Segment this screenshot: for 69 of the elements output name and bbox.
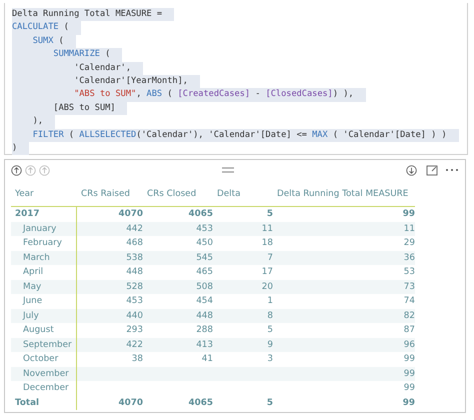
code-editor[interactable]: [4, 3, 468, 155]
table-cell-text: 545: [195, 252, 213, 265]
table-cell-text: 454: [195, 295, 213, 308]
table-cell-text: 413: [195, 338, 213, 352]
table-cell-text: 5: [266, 208, 273, 222]
table-cell-text: 73: [402, 280, 415, 294]
table-cell-text: 4065: [188, 208, 213, 222]
row-label: November: [11, 366, 77, 381]
table-cell-text: 17: [260, 266, 273, 280]
table-cell-text: 4070: [118, 208, 143, 222]
download-icon[interactable]: [406, 164, 417, 176]
table-cell-text: 468: [125, 237, 143, 250]
column-header[interactable]: Delta Running Total MEASURE: [273, 189, 408, 199]
table-cell-text: 288: [195, 324, 213, 338]
table-cell-text: 87: [402, 324, 415, 338]
table-cell-text: 53: [402, 266, 415, 280]
column-header[interactable]: CRs Raised: [77, 189, 130, 199]
table-cell-text: 99: [402, 208, 415, 222]
table-cell-text: 36: [402, 252, 415, 265]
table-cell-text: 74: [402, 295, 415, 308]
table-cell-text: 440: [125, 310, 143, 323]
row-label: December: [11, 381, 77, 396]
table-cell-text: 448: [195, 310, 213, 323]
table-cell-text: 3: [266, 353, 273, 366]
table-cell-text: 528: [125, 280, 143, 294]
column-header[interactable]: Delta: [213, 189, 240, 199]
table-cell-text: 11: [260, 222, 273, 236]
table-cell-text: 18: [260, 237, 273, 250]
row-label: May: [11, 280, 77, 294]
table-cell-text: 38: [130, 353, 143, 366]
table-cell-text: 453: [195, 222, 213, 236]
table-cell-text: 453: [125, 295, 143, 308]
table-cell-text: 5: [266, 396, 273, 410]
table-cell-text: 7: [266, 252, 273, 265]
table-cell-text: 422: [125, 338, 143, 352]
table-cell-text: 450: [195, 237, 213, 250]
table-cell-text: 5: [266, 324, 273, 338]
table-cell-text: 9: [266, 338, 273, 352]
table-cell-text: 448: [125, 266, 143, 280]
table-cell-text: 96: [402, 338, 415, 352]
table-cell-text: 20: [260, 280, 273, 294]
drill-up-icon[interactable]: [11, 164, 22, 176]
table-cell-text: 442: [125, 222, 143, 236]
drag-handle-icon[interactable]: [222, 167, 234, 173]
table-cell-text: 4070: [118, 396, 143, 410]
column-header[interactable]: Year: [11, 189, 34, 199]
table-cell-text: 82: [402, 310, 415, 323]
row-label: Total: [11, 396, 77, 410]
row-label: July: [11, 308, 77, 323]
table-cell-text: 4065: [188, 396, 213, 410]
more-options-icon[interactable]: [445, 168, 459, 172]
table-cell-text: 1: [266, 295, 273, 308]
column-header[interactable]: CRs Closed: [143, 189, 196, 199]
table-cell-text: 8: [266, 310, 273, 323]
row-label: September: [11, 338, 77, 352]
table-cell-text: 99: [402, 382, 415, 396]
focus-mode-icon[interactable]: [426, 164, 438, 176]
table-cell-text: 99: [402, 396, 415, 410]
table-cell-text: 465: [195, 266, 213, 280]
table-cell-text: 11: [402, 222, 415, 236]
table-cell-text: 29: [402, 237, 415, 250]
table-cell-text: 41: [200, 353, 213, 366]
row-label: March: [11, 250, 77, 265]
row-label: January: [11, 222, 77, 236]
table-cell-text: 99: [402, 353, 415, 366]
table-cell-text: 508: [195, 280, 213, 294]
table-cell-text: 538: [125, 252, 143, 265]
table-cell-text: 293: [125, 324, 143, 338]
table-cell-text: 99: [402, 368, 415, 381]
